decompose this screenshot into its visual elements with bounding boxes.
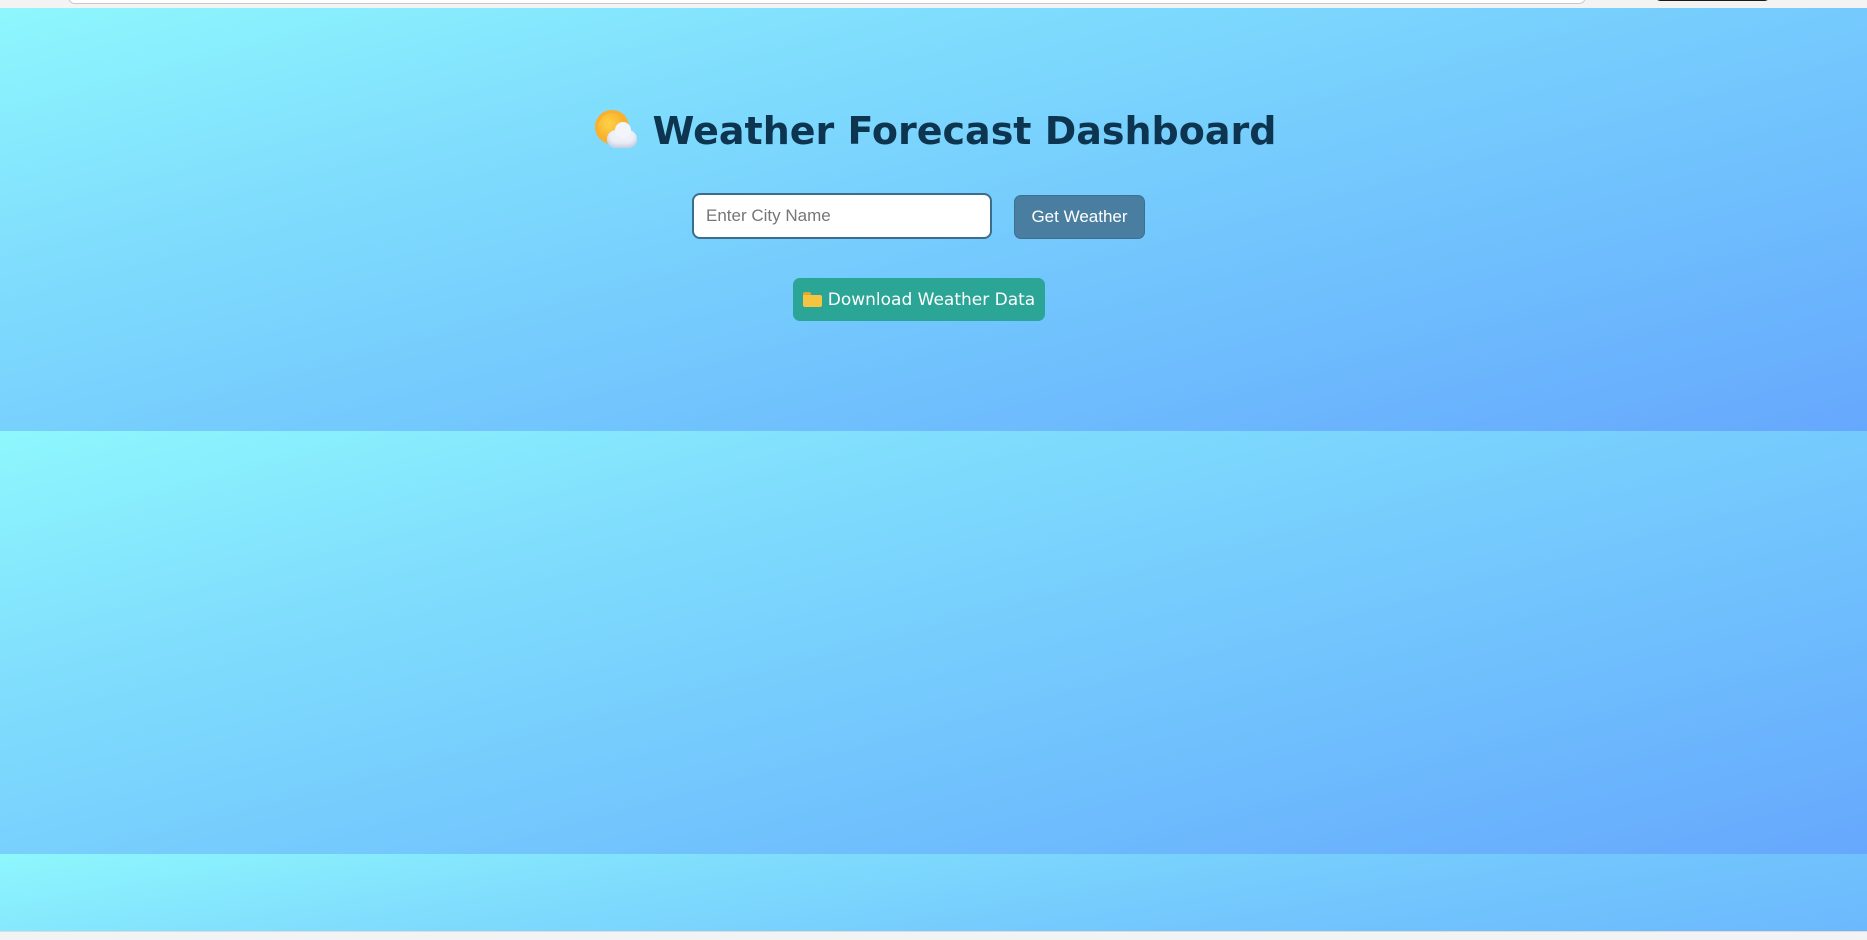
browser-action-button[interactable]	[1655, 0, 1770, 1]
background-band	[0, 431, 1867, 854]
download-weather-data-button[interactable]: Download Weather Data	[793, 278, 1045, 321]
sun-behind-cloud-icon	[591, 108, 637, 152]
background-band	[0, 854, 1867, 931]
city-name-input[interactable]	[692, 193, 992, 239]
page-viewport: Weather Forecast Dashboard Get Weather D…	[0, 8, 1867, 931]
search-form: Get Weather	[0, 185, 1867, 239]
address-bar[interactable]	[68, 0, 1586, 4]
page-title-text: Weather Forecast Dashboard	[652, 109, 1277, 153]
download-button-label: Download Weather Data	[827, 289, 1036, 310]
page-title: Weather Forecast Dashboard	[0, 101, 1867, 161]
folder-icon	[802, 292, 822, 307]
get-weather-button[interactable]: Get Weather	[1014, 195, 1145, 239]
